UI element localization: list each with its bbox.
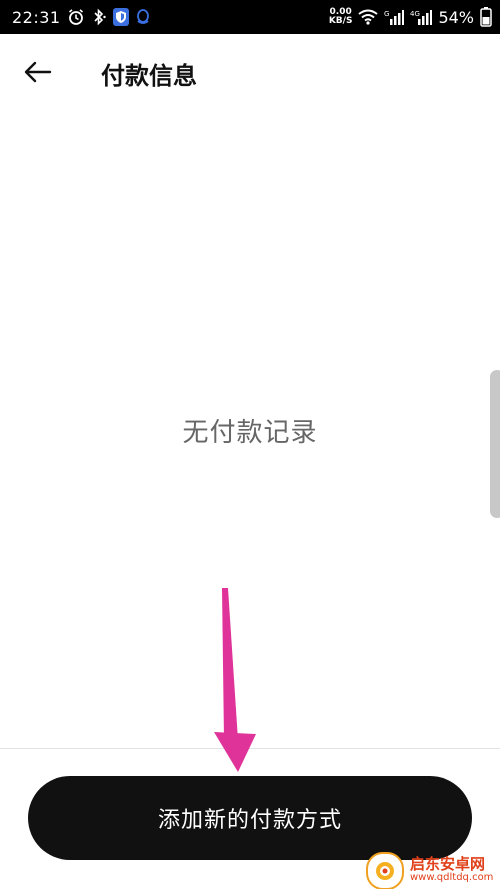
net-speed-unit: KB/S [328,16,353,26]
empty-state-message: 无付款记录 [182,418,318,448]
watermark-text: 启东安卓网 www.qdltdq.com [410,854,494,885]
watermark-logo-icon [366,851,404,889]
battery-percent: 54% [438,7,474,27]
shield-icon [112,8,129,26]
page-title: 付款信息 [101,62,197,90]
status-left: 22:31 [12,0,151,34]
bluetooth-icon [91,8,107,26]
app-bar: 付款信息 [0,34,500,110]
watermark-title: 启东安卓网 [410,854,486,873]
watermark-url: www.qdltdq.com [410,871,494,883]
qq-icon [135,8,151,26]
back-button[interactable] [18,54,58,90]
net-speed: 0.00 KB/S [329,8,353,26]
status-right: 0.00 KB/S G 4G 54% [329,0,492,34]
alarm-icon [67,8,85,26]
svg-text:4G: 4G [410,10,420,18]
add-payment-method-button[interactable]: 添加新的付款方式 [28,776,472,860]
wifi-icon [358,9,379,25]
arrow-left-icon [24,61,52,83]
bottom-divider [0,748,500,749]
edge-scroll-handle[interactable] [490,370,500,518]
annotation-arrow-shaft [222,588,238,740]
screen: 22:31 0.00 KB/S G 4G 54% 付款信息 无付款记录 添加新的… [0,0,500,889]
signal-4g-icon: 4G [410,9,433,25]
add-payment-method-label: 添加新的付款方式 [157,808,342,833]
battery-icon [480,7,492,27]
svg-text:G: G [384,10,389,18]
status-bar: 22:31 0.00 KB/S G 4G 54% [0,0,500,34]
status-time: 22:31 [12,7,61,27]
signal-icon: G [384,9,405,25]
annotation-arrow-head [214,732,256,772]
watermark: 启东安卓网 www.qdltdq.com [366,851,500,889]
